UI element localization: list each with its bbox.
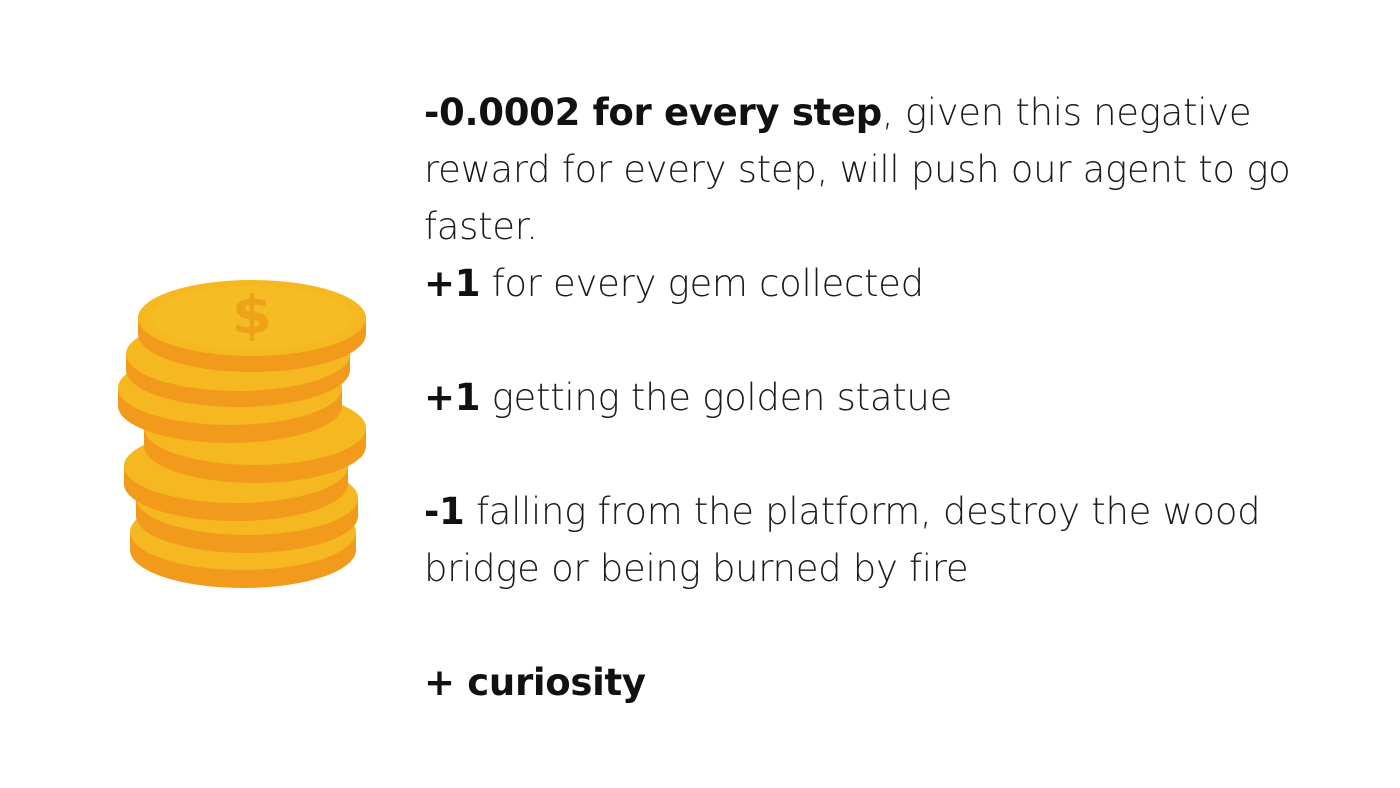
dollar-symbol: $ (232, 286, 272, 347)
coin-1: $ (138, 280, 366, 372)
reward-step-penalty: -0.0002 for every step, given this negat… (424, 84, 1374, 255)
reward-gem: +1 for every gem collected (424, 255, 924, 312)
reward-value: -1 (424, 490, 465, 533)
reward-curiosity: + curiosity (424, 654, 646, 711)
reward-value: +1 (424, 262, 481, 305)
coin-stack-icon: $ (118, 280, 366, 588)
reward-description: for every gem collected (480, 262, 925, 305)
reward-value: -0.0002 for every step (424, 91, 882, 134)
reward-golden-statue: +1 getting the golden statue (424, 369, 952, 426)
reward-description: falling from the platform, destroy the w… (424, 490, 1261, 590)
slide: $ -0.0002 for every step, given this neg… (0, 0, 1400, 788)
reward-description: getting the golden statue (480, 376, 953, 419)
reward-value: + curiosity (424, 661, 646, 704)
reward-falling-penalty: -1 falling from the platform, destroy th… (424, 483, 1374, 597)
reward-value: +1 (424, 376, 481, 419)
